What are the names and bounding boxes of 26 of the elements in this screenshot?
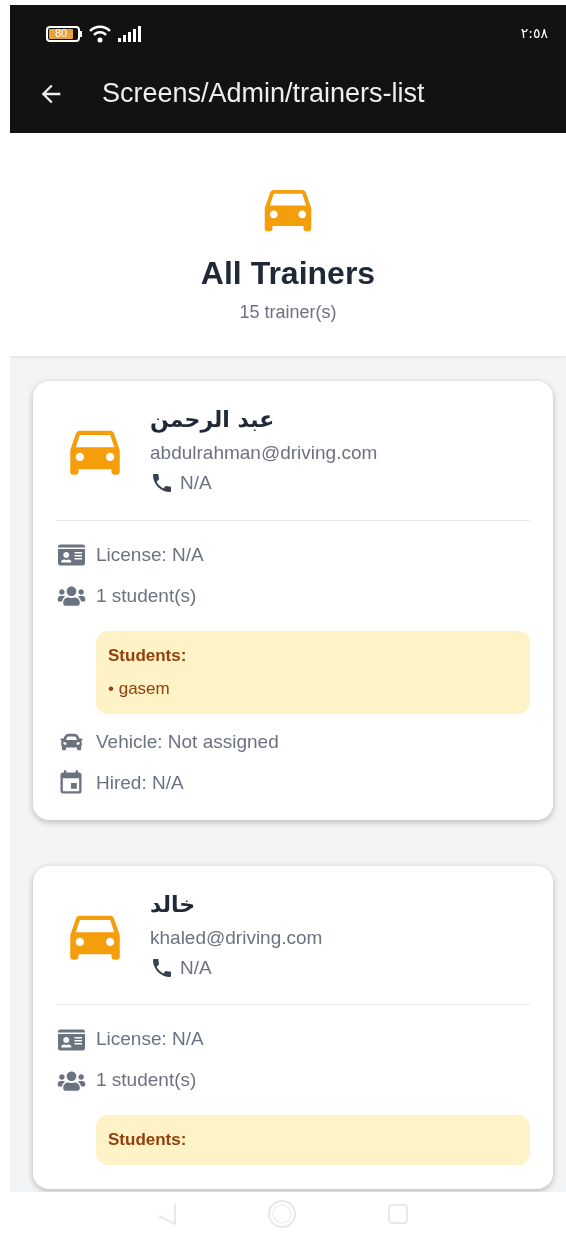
battery-level: 80 (54, 28, 68, 39)
id-card-icon (56, 1027, 86, 1052)
info-text: Vehicle: Not assigned (96, 729, 279, 754)
wifi-icon (88, 24, 112, 43)
info-text: 1 student(s) (96, 1068, 197, 1093)
trainer-name: عبد الرحمن (150, 406, 276, 435)
app-bar-title: Screens/Admin/trainers-list (102, 77, 425, 111)
people-icon (56, 1069, 86, 1092)
students-heading: Students: (108, 644, 188, 667)
phone-text: N/A (180, 955, 212, 980)
student-item: • gasem (108, 678, 171, 700)
trainer-email: abdulrahman@driving.com (150, 441, 378, 465)
info-text: 1 student(s) (96, 583, 197, 608)
page-title: All Trainers (200, 254, 376, 293)
info-text: Hired: N/A (96, 770, 184, 795)
info-text: License: N/A (96, 542, 204, 567)
signal-icon (118, 25, 144, 42)
people-icon (56, 585, 86, 607)
clock-time: ٢:٥٨ (520, 24, 548, 43)
trainer-count: 15 trainer(s) (239, 301, 337, 324)
students-heading: Students: (108, 1129, 188, 1151)
trainer-email: khaled@driving.com (150, 925, 323, 950)
info-text: License: N/A (96, 1027, 204, 1052)
id-card-icon (56, 543, 86, 567)
trainer-name: خالد (150, 890, 197, 919)
phone-text: N/A (180, 471, 212, 495)
